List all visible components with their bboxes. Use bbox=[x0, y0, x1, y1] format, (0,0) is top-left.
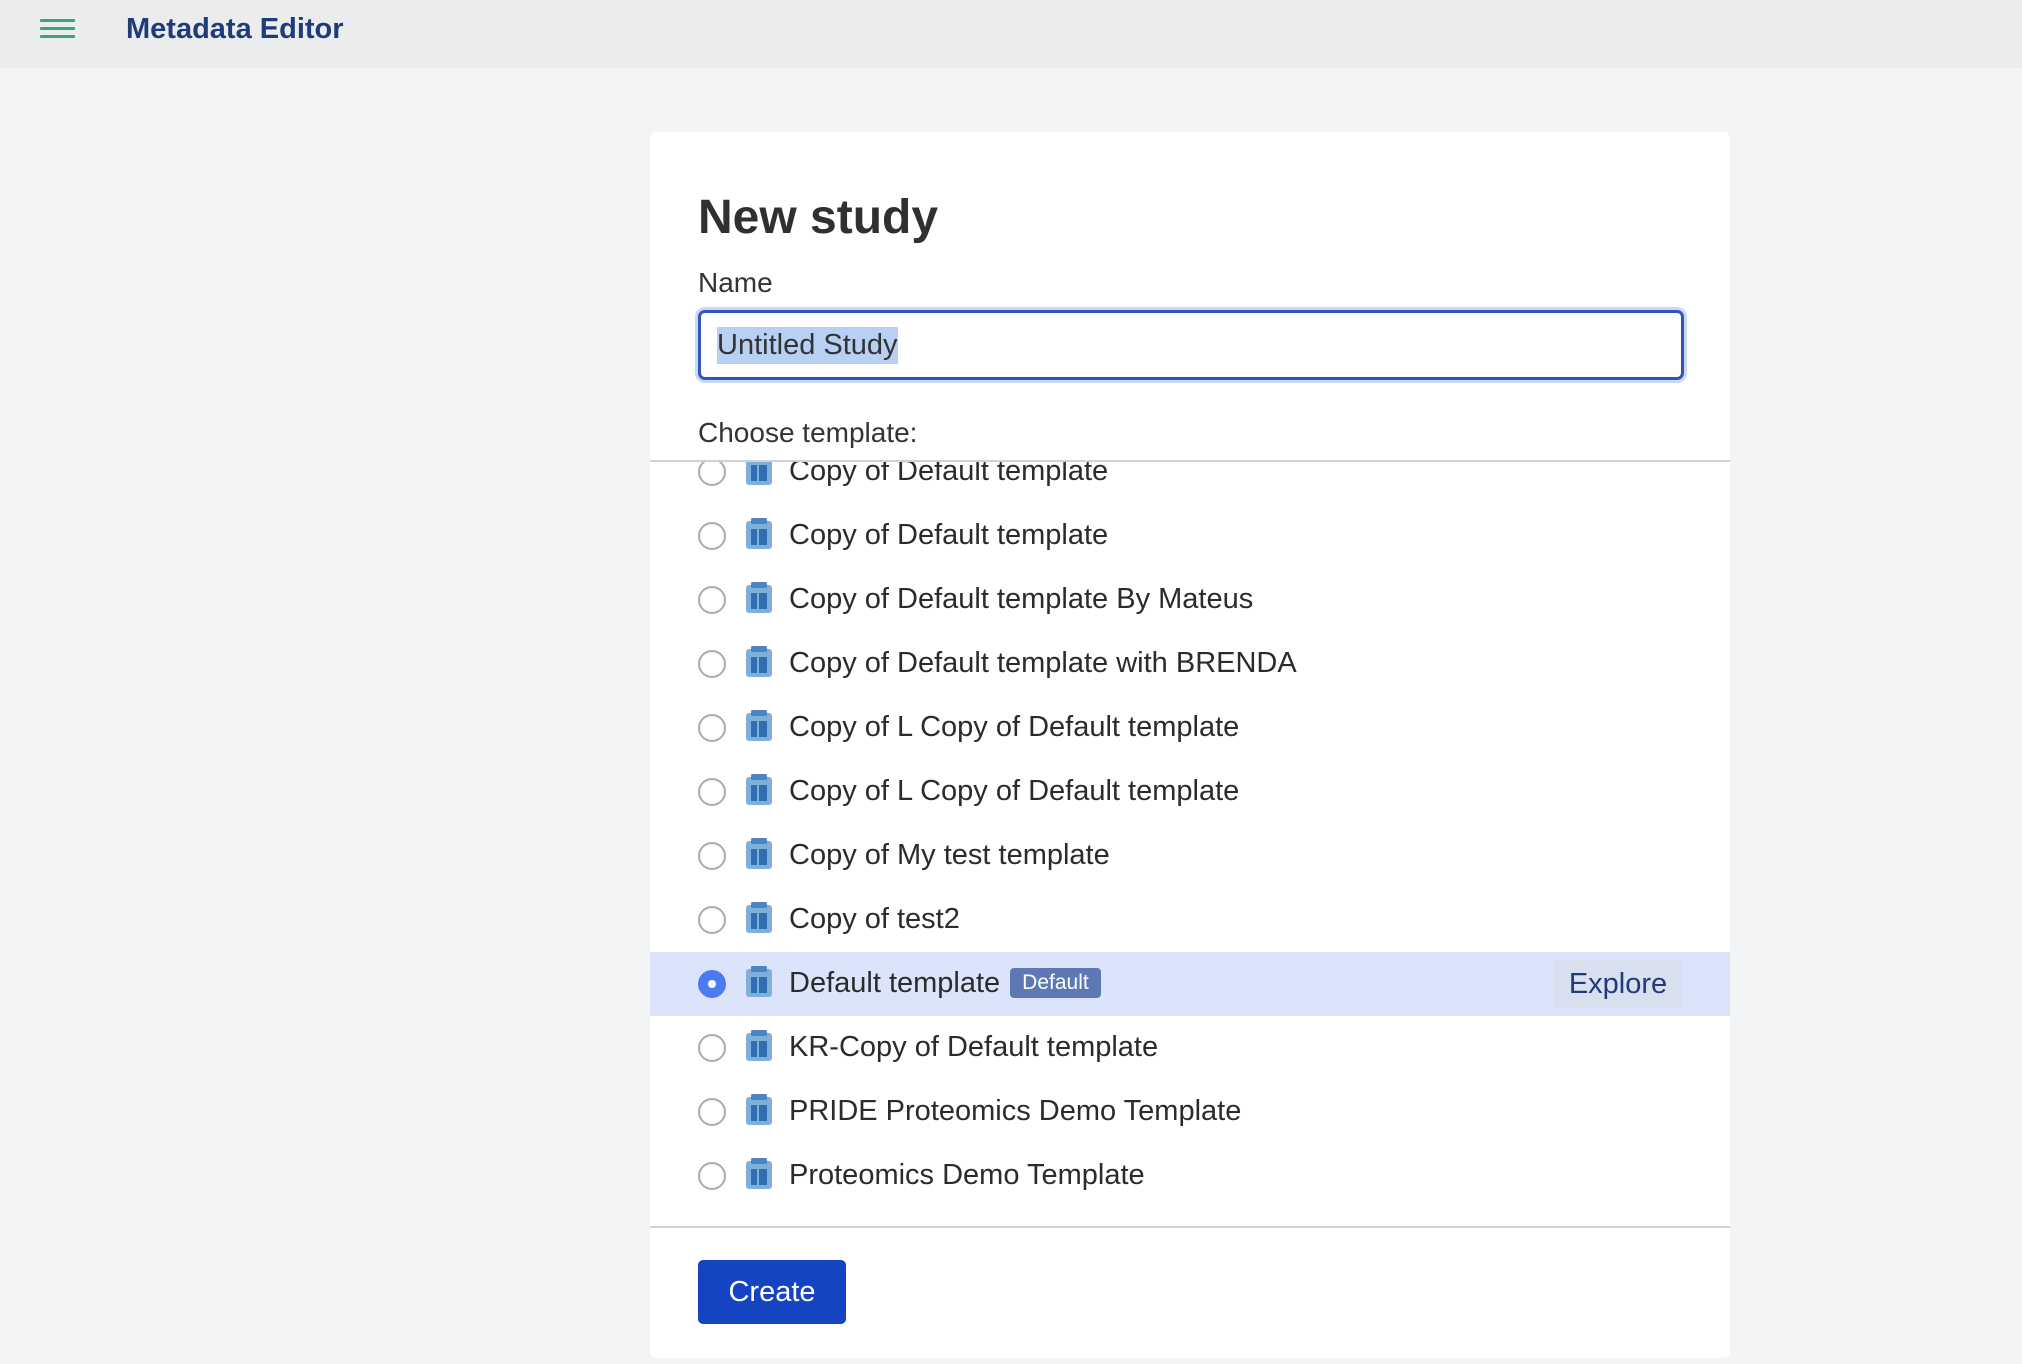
template-name: Copy of test2 bbox=[789, 903, 960, 935]
clipboard-template-icon bbox=[745, 1094, 773, 1126]
template-label: Copy of test2 bbox=[789, 902, 960, 936]
default-badge: Default bbox=[1010, 968, 1101, 998]
template-row[interactable]: Default template Default Explore bbox=[650, 952, 1730, 1016]
template-row[interactable]: Copy of test2 bbox=[650, 888, 1730, 952]
template-radio[interactable] bbox=[698, 1162, 726, 1190]
template-row[interactable]: Copy of Default template with BRENDA bbox=[650, 632, 1730, 696]
template-row[interactable]: PRIDE Proteomics Demo Template bbox=[650, 1080, 1730, 1144]
template-name: Proteomics Demo Template bbox=[789, 1159, 1145, 1191]
new-study-card: New study Name Untitled Study Choose tem… bbox=[650, 132, 1730, 1358]
clipboard-template-icon bbox=[745, 1030, 773, 1062]
template-label: Copy of Default template with BRENDA bbox=[789, 646, 1297, 680]
hamburger-menu-icon[interactable] bbox=[40, 17, 75, 41]
create-button[interactable]: Create bbox=[698, 1260, 846, 1324]
template-label: PRIDE Proteomics Demo Template bbox=[789, 1094, 1241, 1128]
clipboard-template-icon bbox=[745, 462, 773, 486]
template-label: Copy of My test template bbox=[789, 838, 1110, 872]
clipboard-template-icon bbox=[745, 966, 773, 998]
clipboard-template-icon bbox=[745, 710, 773, 742]
template-name: Copy of Default template By Mateus bbox=[789, 583, 1254, 615]
template-row[interactable]: Copy of L Copy of Default template bbox=[650, 696, 1730, 760]
template-label: Copy of Default template By Mateus bbox=[789, 582, 1253, 616]
template-label: Copy of Default template bbox=[789, 460, 1109, 488]
clipboard-template-icon bbox=[745, 902, 773, 934]
template-name: Copy of Default template bbox=[789, 519, 1109, 551]
template-row[interactable]: Copy of Default template bbox=[650, 504, 1730, 568]
template-list-content: Copy of Default template Copy of Default … bbox=[650, 460, 1730, 1208]
template-radio[interactable] bbox=[698, 462, 726, 486]
template-radio[interactable] bbox=[698, 650, 726, 678]
template-name: Copy of Default template bbox=[789, 460, 1109, 487]
template-radio[interactable] bbox=[698, 1034, 726, 1062]
template-label: Copy of Default template bbox=[789, 518, 1108, 552]
clipboard-template-icon bbox=[745, 774, 773, 806]
clipboard-template-icon bbox=[745, 518, 773, 550]
template-label: Copy of L Copy of Default template bbox=[789, 710, 1239, 744]
template-radio[interactable] bbox=[698, 586, 726, 614]
clipboard-template-icon bbox=[745, 646, 773, 678]
template-row[interactable]: Copy of Default template By Mateus bbox=[650, 568, 1730, 632]
template-label: Proteomics Demo Template bbox=[789, 1158, 1145, 1192]
name-input[interactable]: Untitled Study bbox=[698, 310, 1684, 380]
template-list[interactable]: Copy of Default template Copy of Default … bbox=[650, 460, 1730, 1228]
explore-button[interactable]: Explore bbox=[1554, 960, 1682, 1008]
template-row[interactable]: Copy of My test template bbox=[650, 824, 1730, 888]
template-row[interactable]: Proteomics Demo Template bbox=[650, 1144, 1730, 1208]
clipboard-template-icon bbox=[745, 582, 773, 614]
template-label: KR-Copy of Default template bbox=[789, 1030, 1158, 1064]
clipboard-template-icon bbox=[745, 838, 773, 870]
template-label: Default template Default bbox=[789, 966, 1101, 1000]
template-name: Copy of L Copy of Default template bbox=[789, 775, 1240, 807]
template-name: Copy of L Copy of Default template bbox=[789, 711, 1240, 743]
top-bar: Metadata Editor bbox=[0, 0, 2022, 68]
template-label: Copy of L Copy of Default template bbox=[789, 774, 1239, 808]
page-title: New study bbox=[698, 191, 939, 244]
name-input-value: Untitled Study bbox=[717, 326, 898, 364]
template-radio[interactable] bbox=[698, 842, 726, 870]
template-name: KR-Copy of Default template bbox=[789, 1031, 1159, 1063]
template-radio[interactable] bbox=[698, 522, 726, 550]
template-name: Copy of My test template bbox=[789, 839, 1110, 871]
choose-template-label: Choose template: bbox=[698, 417, 918, 448]
template-radio[interactable] bbox=[698, 778, 726, 806]
clipboard-template-icon bbox=[745, 1158, 773, 1190]
template-row[interactable]: KR-Copy of Default template bbox=[650, 1016, 1730, 1080]
template-radio[interactable] bbox=[698, 714, 726, 742]
app-title: Metadata Editor bbox=[126, 13, 344, 45]
template-row[interactable]: Copy of L Copy of Default template bbox=[650, 760, 1730, 824]
template-radio[interactable] bbox=[698, 970, 726, 998]
template-name: Copy of Default template with BRENDA bbox=[789, 647, 1297, 679]
template-radio[interactable] bbox=[698, 906, 726, 934]
template-row[interactable]: Copy of Default template bbox=[650, 460, 1730, 504]
template-name: Default template bbox=[789, 967, 1001, 999]
template-name: PRIDE Proteomics Demo Template bbox=[789, 1095, 1242, 1127]
name-label: Name bbox=[698, 267, 773, 298]
template-radio[interactable] bbox=[698, 1098, 726, 1126]
